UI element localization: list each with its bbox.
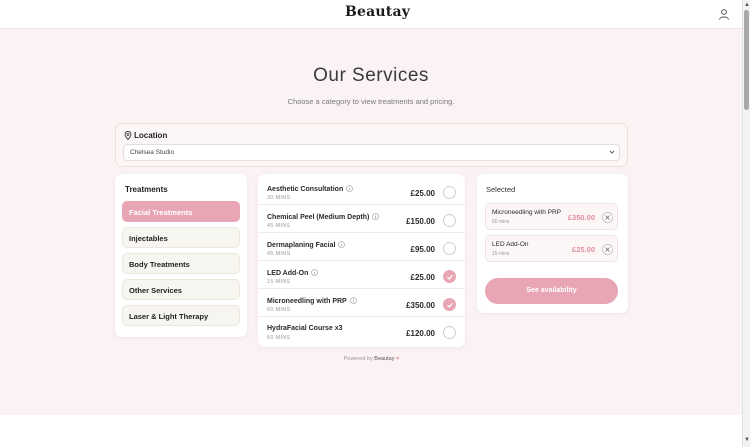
category-facial-treatments[interactable]: Facial Treatments <box>122 201 240 222</box>
powered-by-prefix: Powered by <box>343 356 373 362</box>
service-duration: 30 MINS <box>267 195 291 201</box>
service-price: £25.00 <box>410 273 435 282</box>
service-name: HydraFacial Course x3 <box>267 325 343 332</box>
info-icon[interactable] <box>346 185 354 192</box>
scroll-down-arrow-icon[interactable]: ▼ <box>744 437 750 443</box>
location-card: Location Chelsea Studio <box>115 123 628 167</box>
top-nav-bar: Beautay <box>0 0 742 29</box>
service-select-radio-checked[interactable] <box>443 270 456 283</box>
category-body-treatments[interactable]: Body Treatments <box>122 253 240 274</box>
service-price: £95.00 <box>410 245 435 254</box>
service-select-radio[interactable] <box>443 242 456 255</box>
service-select-radio[interactable] <box>443 186 456 199</box>
selected-item: LED Add-On 15 mins £25.00 <box>485 235 618 262</box>
see-availability-button[interactable]: See availability <box>485 278 618 304</box>
service-row[interactable]: HydraFacial Course x3 60 MINS £120.00 <box>258 317 465 345</box>
category-injectables[interactable]: Injectables <box>122 227 240 248</box>
service-select-radio[interactable] <box>443 326 456 339</box>
service-row[interactable]: Dermaplaning Facial 45 MINS £95.00 <box>258 233 465 261</box>
selected-item: Microneedling with PRP 60 mins £350.00 <box>485 203 618 230</box>
selected-item-name: Microneedling with PRP <box>492 209 562 216</box>
chevron-down-icon <box>609 150 615 154</box>
service-duration: 45 MINS <box>267 223 291 229</box>
service-name-wrapper: Aesthetic Consultation <box>267 185 354 193</box>
service-name: Dermaplaning Facial <box>267 242 336 249</box>
selected-item-name: LED Add-On <box>492 241 529 248</box>
info-icon[interactable] <box>349 297 357 304</box>
map-pin-icon <box>124 131 132 140</box>
service-select-radio-checked[interactable] <box>443 298 456 311</box>
selected-item-price: £25.00 <box>572 245 595 254</box>
location-label: Location <box>134 131 168 140</box>
service-duration: 15 MINS <box>267 279 291 285</box>
scroll-up-arrow-icon[interactable]: ▲ <box>744 2 750 8</box>
selected-panel: Selected Microneedling with PRP 60 mins … <box>477 174 628 313</box>
service-price: £25.00 <box>410 189 435 198</box>
service-name-wrapper: Microneedling with PRP <box>267 297 357 305</box>
remove-item-button[interactable] <box>602 244 613 255</box>
close-icon <box>605 215 610 220</box>
remove-item-button[interactable] <box>602 212 613 223</box>
service-name-wrapper: Chemical Peel (Medium Depth) <box>267 213 380 221</box>
service-select-radio[interactable] <box>443 214 456 227</box>
selected-panel-title: Selected <box>486 185 516 194</box>
info-icon[interactable] <box>338 241 346 248</box>
service-row[interactable]: Aesthetic Consultation 30 MINS £25.00 <box>258 177 465 205</box>
close-icon <box>605 247 610 252</box>
brand-logo[interactable]: Beautay <box>345 4 410 20</box>
checkmark-icon <box>447 302 453 308</box>
page-title: Our Services <box>313 65 429 86</box>
service-name-wrapper: LED Add-On <box>267 269 319 277</box>
checkmark-icon <box>447 274 453 280</box>
info-icon[interactable] <box>372 213 380 220</box>
selected-item-price: £350.00 <box>567 213 595 222</box>
services-list: Aesthetic Consultation 30 MINS £25.00 Ch… <box>258 174 465 347</box>
heart-icon: ♥ <box>396 356 400 362</box>
category-other-services[interactable]: Other Services <box>122 279 240 300</box>
category-panel-title: Treatments <box>125 185 168 194</box>
service-duration: 45 MINS <box>267 251 291 257</box>
location-select[interactable]: Chelsea Studio <box>123 144 620 161</box>
category-panel: Treatments Facial Treatments Injectables… <box>115 174 247 337</box>
selected-item-duration: 60 mins <box>492 219 510 225</box>
powered-by-footer: Powered by Beautay ♥ <box>258 356 485 362</box>
service-row[interactable]: Chemical Peel (Medium Depth) 45 MINS £15… <box>258 205 465 233</box>
service-name: Microneedling with PRP <box>267 298 347 305</box>
info-icon[interactable] <box>311 269 319 276</box>
service-name: LED Add-On <box>267 270 309 277</box>
location-select-value: Chelsea Studio <box>130 149 175 156</box>
category-laser-light-therapy[interactable]: Laser & Light Therapy <box>122 305 240 326</box>
service-row[interactable]: LED Add-On 15 MINS £25.00 <box>258 261 465 289</box>
powered-by-brand-link[interactable]: Beautay <box>374 356 394 362</box>
service-duration: 60 MINS <box>267 307 291 313</box>
vertical-scrollbar[interactable]: ▲ ▼ <box>742 0 750 447</box>
service-duration: 60 MINS <box>267 335 291 341</box>
scroll-thumb[interactable] <box>744 10 749 110</box>
page-subtitle: Choose a category to view treatments and… <box>287 97 455 106</box>
service-name: Chemical Peel (Medium Depth) <box>267 214 370 221</box>
selected-item-duration: 15 mins <box>492 251 510 257</box>
service-name-wrapper: Dermaplaning Facial <box>267 241 346 249</box>
service-name: Aesthetic Consultation <box>267 186 344 193</box>
service-price: £150.00 <box>406 217 435 226</box>
service-row[interactable]: Microneedling with PRP 60 MINS £350.00 <box>258 289 465 317</box>
user-icon[interactable] <box>718 8 730 20</box>
service-price: £120.00 <box>406 329 435 338</box>
service-price: £350.00 <box>406 301 435 310</box>
